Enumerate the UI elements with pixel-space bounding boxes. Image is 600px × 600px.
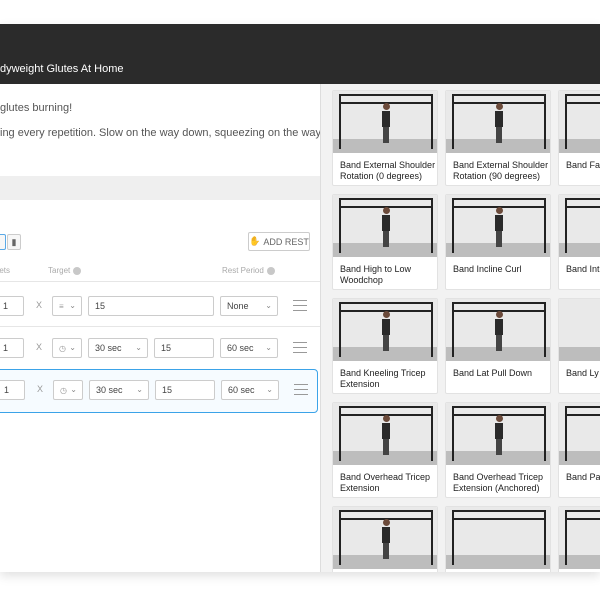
exercise-thumbnail (446, 91, 550, 153)
exercise-card[interactable]: Band External Shoulder Rotation (0 degre… (332, 90, 438, 186)
exercise-card[interactable]: Band Kneeling Tricep Extension (332, 298, 438, 394)
app-window: dyweight Glutes At Home glutes burning! … (0, 24, 600, 572)
rest-period-select[interactable]: 60 sec ⌄ (220, 338, 278, 358)
chevron-down-icon: ⌄ (266, 385, 273, 394)
divider (0, 326, 320, 327)
description-line: glutes burning! (0, 102, 73, 114)
set-count-input[interactable]: 1 (0, 338, 24, 358)
exercise-thumbnail (446, 403, 550, 465)
rest-period-select[interactable]: None ⌄ (220, 296, 278, 316)
exercise-library-panel: Band External Shoulder Rotation (0 degre… (320, 84, 600, 572)
rest-period-select[interactable]: 60 sec ⌄ (221, 380, 279, 400)
exercise-card[interactable]: Band Fa (558, 90, 600, 186)
info-icon (73, 266, 82, 275)
exercise-title: Band Overhead Tricep Extension (Anchored… (453, 472, 544, 493)
exercise-thumbnail (333, 403, 437, 465)
exercise-thumbnail (559, 91, 600, 153)
times-label: X (36, 342, 43, 352)
clock-icon: ◷ (59, 343, 66, 353)
divider (0, 281, 320, 282)
exercise-thumbnail (559, 299, 600, 361)
exercise-thumbnail (559, 195, 600, 257)
exercise-title: Band Int Shoulde (566, 264, 600, 274)
chevron-down-icon: ⌄ (136, 385, 143, 394)
exercise-card[interactable]: Band Pa (558, 402, 600, 498)
hand-icon: ✋ (249, 236, 261, 246)
drag-handle-icon[interactable] (294, 384, 308, 395)
exercise-title: Band Overhead Tricep Extension (340, 472, 431, 493)
exercise-thumbnail (446, 299, 550, 361)
trash-icon: ▮ (11, 236, 17, 247)
exercise-title: Band External Shoulder Rotation (0 degre… (340, 160, 436, 181)
chevron-down-icon: ⌄ (69, 343, 76, 352)
workout-editor-panel: glutes burning! ing every repetition. Sl… (0, 84, 320, 572)
list-icon: ≡ (59, 301, 64, 311)
exercise-title: Band Fa (566, 160, 600, 170)
exercise-thumbnail (333, 195, 437, 257)
target-value-input[interactable]: 15 (88, 296, 214, 316)
duration-select[interactable]: 30 sec ⌄ (88, 338, 148, 358)
exercise-card[interactable]: Band Overhead Tricep Extension (332, 402, 438, 498)
add-rest-label: ADD REST (263, 236, 309, 247)
exercise-title: Band Incline Curl (453, 264, 522, 274)
select-button[interactable] (0, 234, 6, 250)
exercise-card[interactable]: Band External Shoulder Rotation (90 degr… (445, 90, 551, 186)
target-column-header: Target (48, 266, 82, 275)
info-icon (266, 266, 275, 275)
exercise-title: Band Pa (566, 472, 600, 482)
drag-handle-icon[interactable] (293, 300, 307, 311)
duration-select[interactable]: 30 sec ⌄ (89, 380, 149, 400)
exercise-thumbnail (559, 507, 600, 569)
exercise-card[interactable]: Band High to Low Woodchop (332, 194, 438, 290)
chevron-down-icon: ⌄ (70, 385, 77, 394)
exercise-thumbnail (446, 195, 550, 257)
exercise-title: Band External Shoulder Rotation (90 degr… (453, 160, 549, 181)
sets-column-header: Sets (0, 266, 11, 275)
top-bar: dyweight Glutes At Home (0, 24, 600, 84)
chevron-down-icon: ⌄ (265, 301, 272, 310)
workout-title: dyweight Glutes At Home (0, 63, 124, 75)
set-count-input[interactable]: 1 (0, 296, 24, 316)
exercise-thumbnail (446, 507, 550, 569)
target-type-select[interactable]: ◷ ⌄ (53, 380, 83, 400)
set-count-input[interactable]: 1 (0, 380, 25, 400)
exercise-title: Band Ly Press (566, 368, 600, 378)
times-label: X (36, 300, 43, 310)
exercise-section-header (0, 176, 320, 200)
times-label: X (37, 384, 44, 394)
clock-icon: ◷ (60, 385, 67, 395)
exercise-card[interactable] (445, 506, 551, 572)
exercise-card[interactable]: Band Ly Press (558, 298, 600, 394)
target-type-select[interactable]: ≡ ⌄ (52, 296, 82, 316)
chevron-down-icon: ⌄ (135, 343, 142, 352)
delete-button[interactable]: ▮ (7, 234, 21, 250)
rest-period-column-header: Rest Period (222, 266, 275, 275)
exercise-card[interactable] (332, 506, 438, 572)
exercise-title: Band High to Low Woodchop (340, 264, 412, 285)
target-value-input[interactable]: 15 (155, 380, 215, 400)
add-rest-button[interactable]: ✋ ADD REST (248, 232, 310, 251)
set-row-selected[interactable]: 1 X ◷ ⌄ 30 sec ⌄ 15 60 sec ⌄ (0, 369, 318, 413)
exercise-thumbnail (559, 403, 600, 465)
exercise-card[interactable] (558, 506, 600, 572)
exercise-thumbnail (333, 91, 437, 153)
target-value-input[interactable]: 15 (154, 338, 214, 358)
exercise-card[interactable]: Band Incline Curl (445, 194, 551, 290)
set-row: 1 X ≡ ⌄ 15 None ⌄ (0, 286, 318, 326)
exercise-title: Band Kneeling Tricep Extension (340, 368, 426, 389)
description-line: ing every repetition. Slow on the way do… (0, 127, 320, 139)
set-row: 1 X ◷ ⌄ 30 sec ⌄ 15 60 sec ⌄ (0, 328, 318, 368)
exercise-thumbnail (333, 299, 437, 361)
target-type-select[interactable]: ◷ ⌄ (52, 338, 82, 358)
exercise-card[interactable]: Band Int Shoulde (558, 194, 600, 290)
exercise-thumbnail (333, 507, 437, 569)
drag-handle-icon[interactable] (293, 342, 307, 353)
chevron-down-icon: ⌄ (265, 343, 272, 352)
chevron-down-icon: ⌄ (69, 301, 76, 310)
exercise-card[interactable]: Band Overhead Tricep Extension (Anchored… (445, 402, 551, 498)
exercise-title: Band Lat Pull Down (453, 368, 533, 378)
exercise-card[interactable]: Band Lat Pull Down (445, 298, 551, 394)
